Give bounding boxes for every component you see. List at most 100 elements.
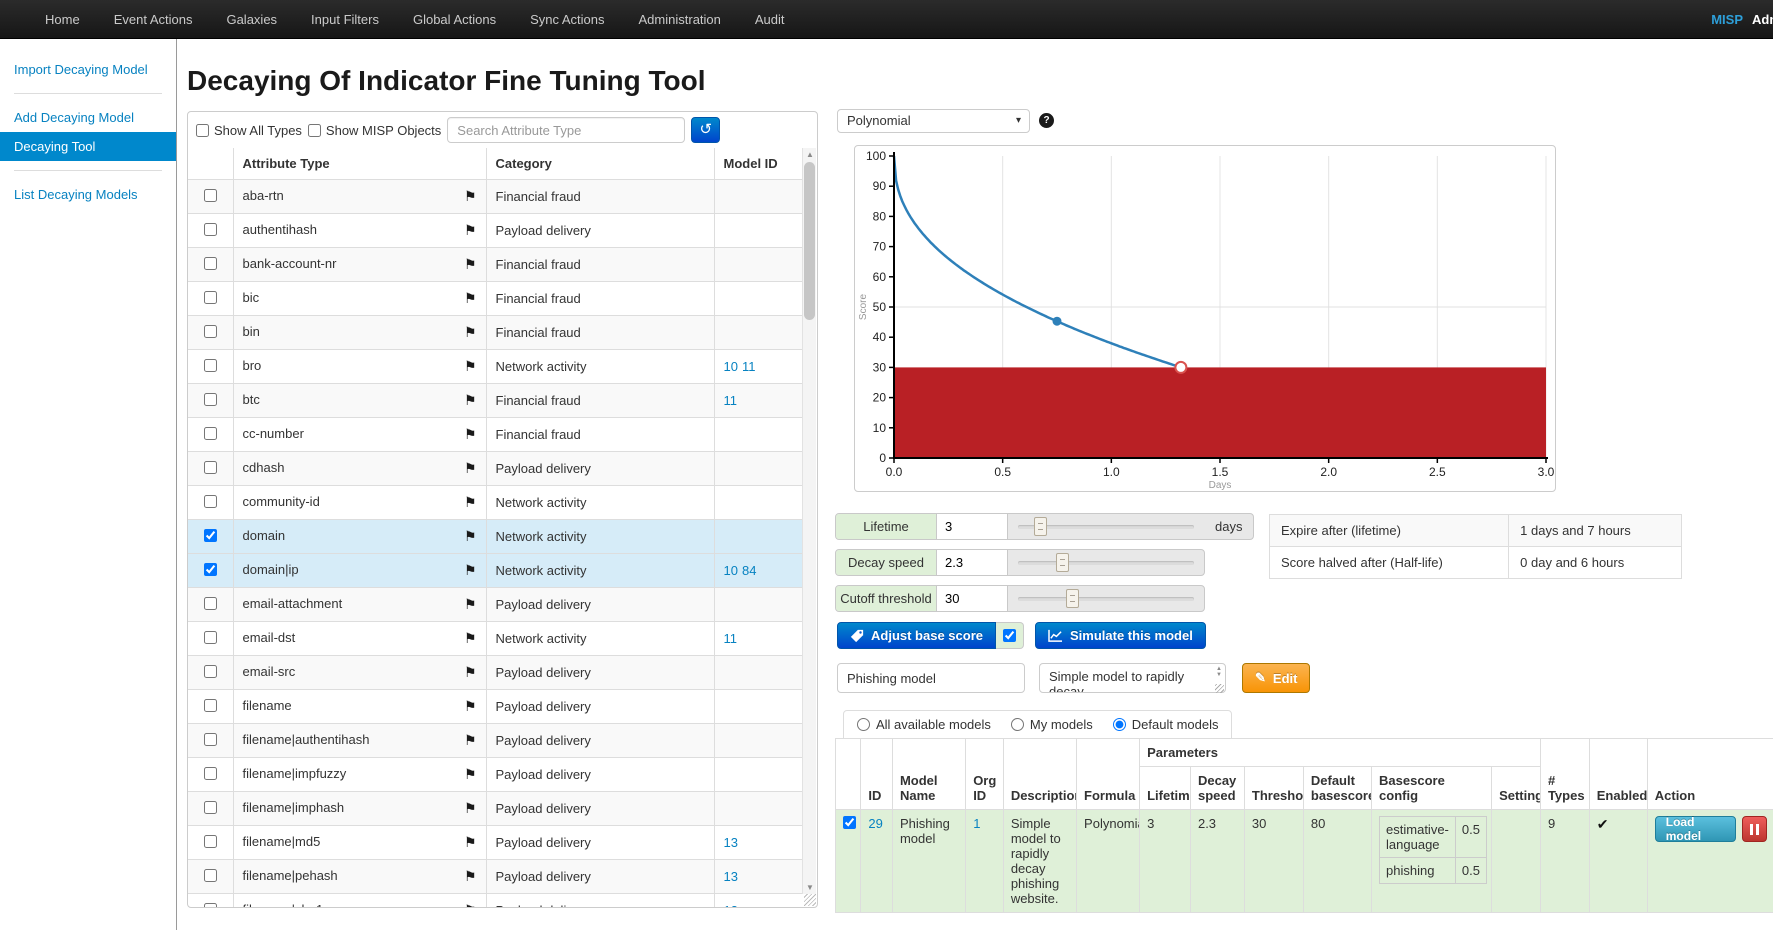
help-icon[interactable]: ?: [1039, 113, 1054, 128]
sidebar-item-decaying-tool[interactable]: Decaying Tool: [0, 132, 176, 161]
scrollbar-up-arrow[interactable]: ▲: [803, 148, 817, 161]
row-checkbox[interactable]: [204, 869, 217, 882]
table-row[interactable]: filename⚑Payload delivery: [188, 690, 802, 724]
table-row[interactable]: email-src⚑Payload delivery: [188, 656, 802, 690]
table-row[interactable]: authentihash⚑Payload delivery: [188, 214, 802, 248]
textarea-resize-handle[interactable]: [1215, 684, 1224, 693]
model-id-link[interactable]: 13: [724, 869, 738, 884]
control-slider[interactable]: [1008, 514, 1204, 539]
model-id-link[interactable]: 29: [868, 816, 882, 831]
model-filter-all-available-models[interactable]: All available models: [857, 717, 991, 732]
sidebar-item-list-decaying-models[interactable]: List Decaying Models: [0, 180, 176, 209]
control-value-input[interactable]: [937, 586, 1008, 611]
row-checkbox[interactable]: [204, 325, 217, 338]
table-row[interactable]: email-dst⚑Network activity11: [188, 622, 802, 656]
model-id-link[interactable]: 10: [724, 563, 738, 578]
table-row[interactable]: filename|pehash⚑Payload delivery13: [188, 860, 802, 894]
slider-thumb[interactable]: [1034, 517, 1047, 536]
model-id-link[interactable]: 11: [724, 631, 738, 646]
control-slider[interactable]: [1008, 550, 1204, 575]
model-id-link[interactable]: 10: [724, 359, 738, 374]
slider-thumb[interactable]: [1056, 553, 1069, 572]
decay-chart[interactable]: 01020304050607080901000.00.51.01.52.02.5…: [855, 146, 1555, 491]
model-row-checkbox[interactable]: [843, 816, 856, 829]
table-row[interactable]: filename|authentihash⚑Payload delivery: [188, 724, 802, 758]
table-row[interactable]: community-id⚑Network activity: [188, 486, 802, 520]
edit-model-button[interactable]: ✎ Edit: [1242, 663, 1310, 693]
scrollbar-down-arrow[interactable]: ▼: [803, 881, 817, 894]
model-id-link[interactable]: 13: [724, 835, 738, 850]
nav-item-galaxies[interactable]: Galaxies: [209, 0, 294, 39]
nav-user-menu[interactable]: Admin: [1752, 0, 1773, 39]
show-misp-objects-toggle[interactable]: Show MISP Objects: [308, 123, 441, 138]
row-checkbox[interactable]: [204, 393, 217, 406]
control-value-input[interactable]: [937, 514, 1008, 539]
table-row[interactable]: email-attachment⚑Payload delivery: [188, 588, 802, 622]
row-checkbox[interactable]: [204, 529, 217, 542]
misp-brand[interactable]: MISP: [1711, 0, 1743, 39]
row-checkbox[interactable]: [204, 835, 217, 848]
row-checkbox[interactable]: [204, 801, 217, 814]
row-checkbox[interactable]: [204, 461, 217, 474]
show-misp-objects-checkbox[interactable]: [308, 124, 321, 137]
simulate-model-button[interactable]: Simulate this model: [1035, 622, 1206, 649]
row-checkbox[interactable]: [204, 563, 217, 576]
table-row[interactable]: filename|imphash⚑Payload delivery: [188, 792, 802, 826]
table-row[interactable]: bank-account-nr⚑Financial fraud: [188, 248, 802, 282]
nav-item-audit[interactable]: Audit: [738, 0, 802, 39]
slider-thumb[interactable]: [1066, 589, 1079, 608]
pause-model-button[interactable]: [1742, 816, 1767, 842]
nav-item-administration[interactable]: Administration: [622, 0, 738, 39]
formula-select[interactable]: Polynomial ▾: [837, 109, 1030, 133]
row-checkbox[interactable]: [204, 597, 217, 610]
model-id-link[interactable]: 13: [724, 903, 738, 907]
scrollbar-thumb[interactable]: [804, 162, 815, 320]
row-checkbox[interactable]: [204, 631, 217, 644]
table-row[interactable]: cdhash⚑Payload delivery: [188, 452, 802, 486]
row-checkbox[interactable]: [204, 223, 217, 236]
table-row[interactable]: aba-rtn⚑Financial fraud: [188, 180, 802, 214]
row-checkbox[interactable]: [204, 427, 217, 440]
model-name-input[interactable]: [837, 663, 1025, 693]
radio-all-available-models[interactable]: [857, 718, 870, 731]
table-row[interactable]: filename|sha1⚑Payload delivery13: [188, 894, 802, 908]
row-checkbox[interactable]: [204, 291, 217, 304]
row-checkbox[interactable]: [204, 257, 217, 270]
control-value-input[interactable]: [937, 550, 1008, 575]
row-checkbox[interactable]: [204, 699, 217, 712]
search-attribute-input[interactable]: [447, 117, 685, 143]
show-all-types-checkbox[interactable]: [196, 124, 209, 137]
row-checkbox[interactable]: [204, 495, 217, 508]
table-row[interactable]: btc⚑Financial fraud11: [188, 384, 802, 418]
attribute-table-scrollbar[interactable]: ▲ ▼: [802, 148, 816, 894]
org-id-link[interactable]: 1: [973, 816, 980, 831]
row-checkbox[interactable]: [204, 767, 217, 780]
nav-item-home[interactable]: Home: [28, 0, 97, 39]
table-row[interactable]: filename|md5⚑Payload delivery13: [188, 826, 802, 860]
table-row[interactable]: bro⚑Network activity1011: [188, 350, 802, 384]
sidebar-item-import-decaying-model[interactable]: Import Decaying Model: [0, 55, 176, 84]
sidebar-item-add-decaying-model[interactable]: Add Decaying Model: [0, 103, 176, 132]
reset-search-button[interactable]: ↺: [691, 117, 720, 143]
nav-item-sync-actions[interactable]: Sync Actions: [513, 0, 621, 39]
table-row[interactable]: bin⚑Financial fraud: [188, 316, 802, 350]
model-id-link[interactable]: 11: [742, 359, 756, 374]
model-filter-default-models[interactable]: Default models: [1113, 717, 1219, 732]
adjust-base-score-checkbox[interactable]: [1003, 629, 1016, 642]
nav-item-global-actions[interactable]: Global Actions: [396, 0, 513, 39]
table-row[interactable]: domain|ip⚑Network activity1084: [188, 554, 802, 588]
adjust-base-score-button[interactable]: Adjust base score: [837, 622, 996, 649]
model-filter-my-models[interactable]: My models: [1011, 717, 1093, 732]
nav-item-input-filters[interactable]: Input Filters: [294, 0, 396, 39]
row-checkbox[interactable]: [204, 903, 217, 908]
radio-default-models[interactable]: [1113, 718, 1126, 731]
model-id-link[interactable]: 11: [724, 393, 738, 408]
row-checkbox[interactable]: [204, 189, 217, 202]
load-model-button[interactable]: Load model: [1655, 816, 1736, 842]
table-row[interactable]: bic⚑Financial fraud: [188, 282, 802, 316]
model-description-textarea[interactable]: Simple model to rapidly decay: [1039, 663, 1226, 693]
model-id-link[interactable]: 84: [742, 563, 756, 578]
row-checkbox[interactable]: [204, 733, 217, 746]
show-all-types-toggle[interactable]: Show All Types: [196, 123, 302, 138]
nav-item-event-actions[interactable]: Event Actions: [97, 0, 210, 39]
